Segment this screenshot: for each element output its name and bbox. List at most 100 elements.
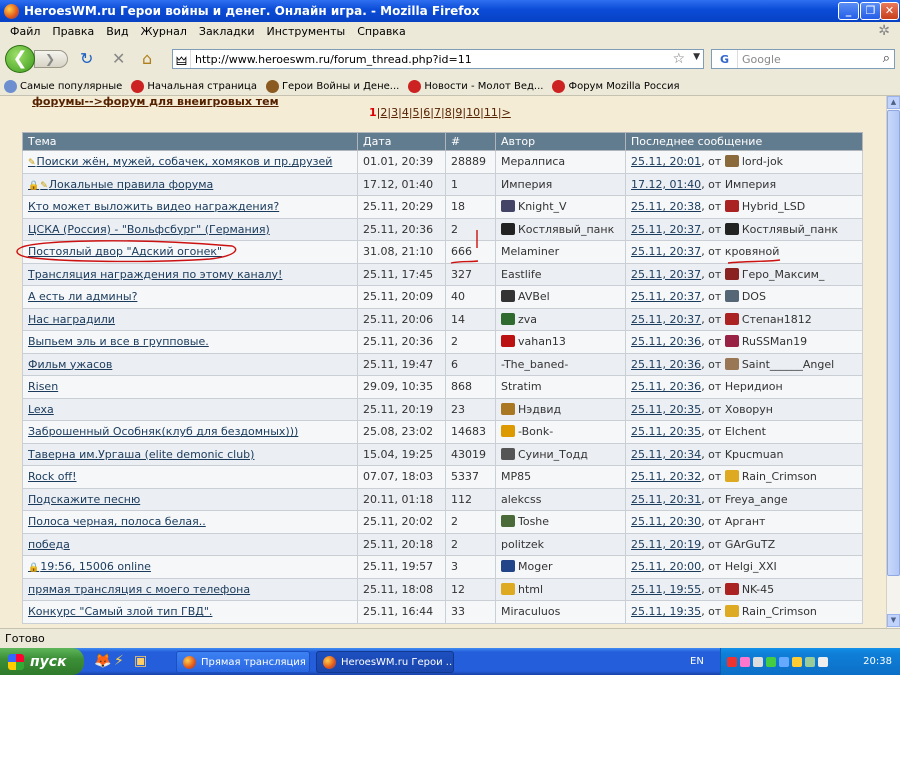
minimize-button[interactable]: _ <box>838 2 859 20</box>
url-text[interactable]: http://www.heroeswm.ru/forum_thread.php?… <box>195 53 472 66</box>
last-message-cell[interactable]: 25.11, 19:55, от NK-45 <box>625 577 863 601</box>
menu-edit[interactable]: Правка <box>46 25 100 38</box>
last-message-cell[interactable]: 25.11, 20:37, от DOS <box>625 285 863 309</box>
author-cell[interactable]: Eastlife <box>495 262 626 286</box>
page-link[interactable]: 3 <box>391 106 398 119</box>
bookmark-item[interactable]: Форум Mozilla Россия <box>552 79 680 93</box>
last-message-cell[interactable]: 25.11, 20:37, от Степан1812 <box>625 307 863 331</box>
last-message-date-link[interactable]: 25.11, 20:37 <box>631 245 701 258</box>
last-message-date-link[interactable]: 25.11, 20:00 <box>631 560 701 573</box>
last-message-date-link[interactable]: 25.11, 19:55 <box>631 583 701 596</box>
topic-cell[interactable]: Заброшенный Особняк(клуб для бездомных))… <box>22 420 358 444</box>
quicklaunch-firefox-icon[interactable]: 🦊 <box>94 653 111 669</box>
menu-bookmarks[interactable]: Закладки <box>193 25 261 38</box>
author-name[interactable]: Eastlife <box>501 268 542 281</box>
url-dropdown-icon[interactable]: ▼ <box>693 52 700 62</box>
start-button[interactable]: пуск <box>0 648 84 675</box>
last-author-name[interactable]: Elchent <box>725 425 766 438</box>
topic-link[interactable]: Фильм ужасов <box>28 358 112 371</box>
last-author-name[interactable]: Неридион <box>725 380 783 393</box>
bookmark-item[interactable]: Самые популярные <box>4 79 122 93</box>
forward-button[interactable]: ❯ <box>34 50 68 68</box>
topic-link[interactable]: Lexa <box>28 403 54 416</box>
author-cell[interactable]: html <box>495 577 626 601</box>
menu-file[interactable]: Файл <box>4 25 46 38</box>
last-message-cell[interactable]: 25.11, 20:32, от Rain_Crimson <box>625 465 863 489</box>
last-message-cell[interactable]: 25.11, 20:35, от Elchent <box>625 420 863 444</box>
topic-cell[interactable]: ЦСКА (Россия) - "Вольфсбург" (Германия) <box>22 217 358 241</box>
author-cell[interactable]: Нэдвид <box>495 397 626 421</box>
last-message-date-link[interactable]: 25.11, 19:35 <box>631 605 701 618</box>
topic-link[interactable]: Поиски жён, мужей, собачек, хомяков и пр… <box>37 155 333 168</box>
last-message-cell[interactable]: 25.11, 20:36, от Saint______Angel <box>625 352 863 376</box>
last-message-cell[interactable]: 25.11, 20:00, от Helgi_XXI <box>625 555 863 579</box>
author-cell[interactable]: Miraculuos <box>495 600 626 624</box>
author-name[interactable]: alekcss <box>501 493 541 506</box>
quicklaunch-desktop-icon[interactable]: ▣ <box>134 653 147 669</box>
topic-link[interactable]: Заброшенный Особняк(клуб для бездомных))… <box>28 425 298 438</box>
author-name[interactable]: Империя <box>501 178 552 191</box>
last-message-date-link[interactable]: 25.11, 20:34 <box>631 448 701 461</box>
author-cell[interactable]: Toshe <box>495 510 626 534</box>
topic-link[interactable]: Локальные правила форума <box>49 178 214 191</box>
last-message-date-link[interactable]: 25.11, 20:35 <box>631 425 701 438</box>
page-link[interactable]: 7 <box>434 106 441 119</box>
last-author-name[interactable]: NK-45 <box>742 583 774 596</box>
search-placeholder[interactable]: Google <box>742 53 781 66</box>
last-author-name[interactable]: Rain_Crimson <box>742 470 817 483</box>
topic-link[interactable]: Risen <box>28 380 58 393</box>
last-message-cell[interactable]: 25.11, 20:31, от Freya_ange <box>625 487 863 511</box>
last-message-date-link[interactable]: 25.11, 20:37 <box>631 223 701 236</box>
topic-link[interactable]: победа <box>28 538 70 551</box>
author-name[interactable]: Нэдвид <box>518 403 561 416</box>
last-message-cell[interactable]: 25.11, 19:35, от Rain_Crimson <box>625 600 863 624</box>
author-cell[interactable]: MP85 <box>495 465 626 489</box>
author-cell[interactable]: alekcss <box>495 487 626 511</box>
reload-icon[interactable]: ↻ <box>80 51 93 67</box>
last-message-date-link[interactable]: 25.11, 20:36 <box>631 335 701 348</box>
last-message-date-link[interactable]: 25.11, 20:30 <box>631 515 701 528</box>
last-message-cell[interactable]: 25.11, 20:30, от Аргант <box>625 510 863 534</box>
last-author-name[interactable]: Helgi_XXI <box>725 560 777 573</box>
topic-link[interactable]: Постоялый двор "Адский огонек" <box>28 245 222 258</box>
author-name[interactable]: zva <box>518 313 537 326</box>
author-cell[interactable]: politzek <box>495 532 626 556</box>
author-cell[interactable]: Moger <box>495 555 626 579</box>
author-cell[interactable]: Stratim <box>495 375 626 399</box>
breadcrumb-forums-link[interactable]: форумы <box>32 96 84 108</box>
page-next-link[interactable]: > <box>502 106 511 119</box>
tray-volume-icon[interactable] <box>818 656 828 667</box>
topic-link[interactable]: А есть ли админы? <box>28 290 137 303</box>
last-author-name[interactable]: Геро_Максим_ <box>742 268 825 281</box>
topic-cell[interactable]: 🔒19:56, 15006 online <box>22 555 358 579</box>
last-author-name[interactable]: Hybrid_LSD <box>742 200 805 213</box>
last-author-name[interactable]: DOS <box>742 290 766 303</box>
author-cell[interactable]: Костлявый_панк <box>495 217 626 241</box>
menu-tools[interactable]: Инструменты <box>261 25 352 38</box>
topic-cell[interactable]: А есть ли админы? <box>22 285 358 309</box>
author-name[interactable]: AVBel <box>518 290 550 303</box>
last-message-date-link[interactable]: 25.11, 20:31 <box>631 493 701 506</box>
topic-cell[interactable]: Rock off! <box>22 465 358 489</box>
page-link[interactable]: 5 <box>413 106 420 119</box>
author-name[interactable]: -The_baned- <box>501 358 568 371</box>
author-name[interactable]: html <box>518 583 543 596</box>
last-message-date-link[interactable]: 25.11, 20:35 <box>631 403 701 416</box>
last-author-name[interactable]: Saint______Angel <box>742 358 834 371</box>
last-message-cell[interactable]: 25.11, 20:34, от Kpucmuan <box>625 442 863 466</box>
last-author-name[interactable]: lord-jok <box>742 155 783 168</box>
author-cell[interactable]: Суини_Тодд <box>495 442 626 466</box>
page-link[interactable]: 2 <box>380 106 387 119</box>
topic-cell[interactable]: Постоялый двор "Адский огонек" <box>22 240 358 264</box>
last-author-name[interactable]: RuSSMan19 <box>742 335 807 348</box>
menu-help[interactable]: Справка <box>351 25 411 38</box>
topic-cell[interactable]: Выпьем эль и все в групповые. <box>22 330 358 354</box>
page-link[interactable]: 4 <box>402 106 409 119</box>
last-message-date-link[interactable]: 25.11, 20:36 <box>631 380 701 393</box>
page-link[interactable]: 10 <box>466 106 480 119</box>
last-author-name[interactable]: GArGuTZ <box>725 538 775 551</box>
topic-link[interactable]: Конкурс "Самый злой тип ГВД". <box>28 605 212 618</box>
maximize-button[interactable]: ❐ <box>860 2 881 20</box>
author-name[interactable]: Knight_V <box>518 200 567 213</box>
search-engine-icon[interactable]: G <box>712 50 738 68</box>
